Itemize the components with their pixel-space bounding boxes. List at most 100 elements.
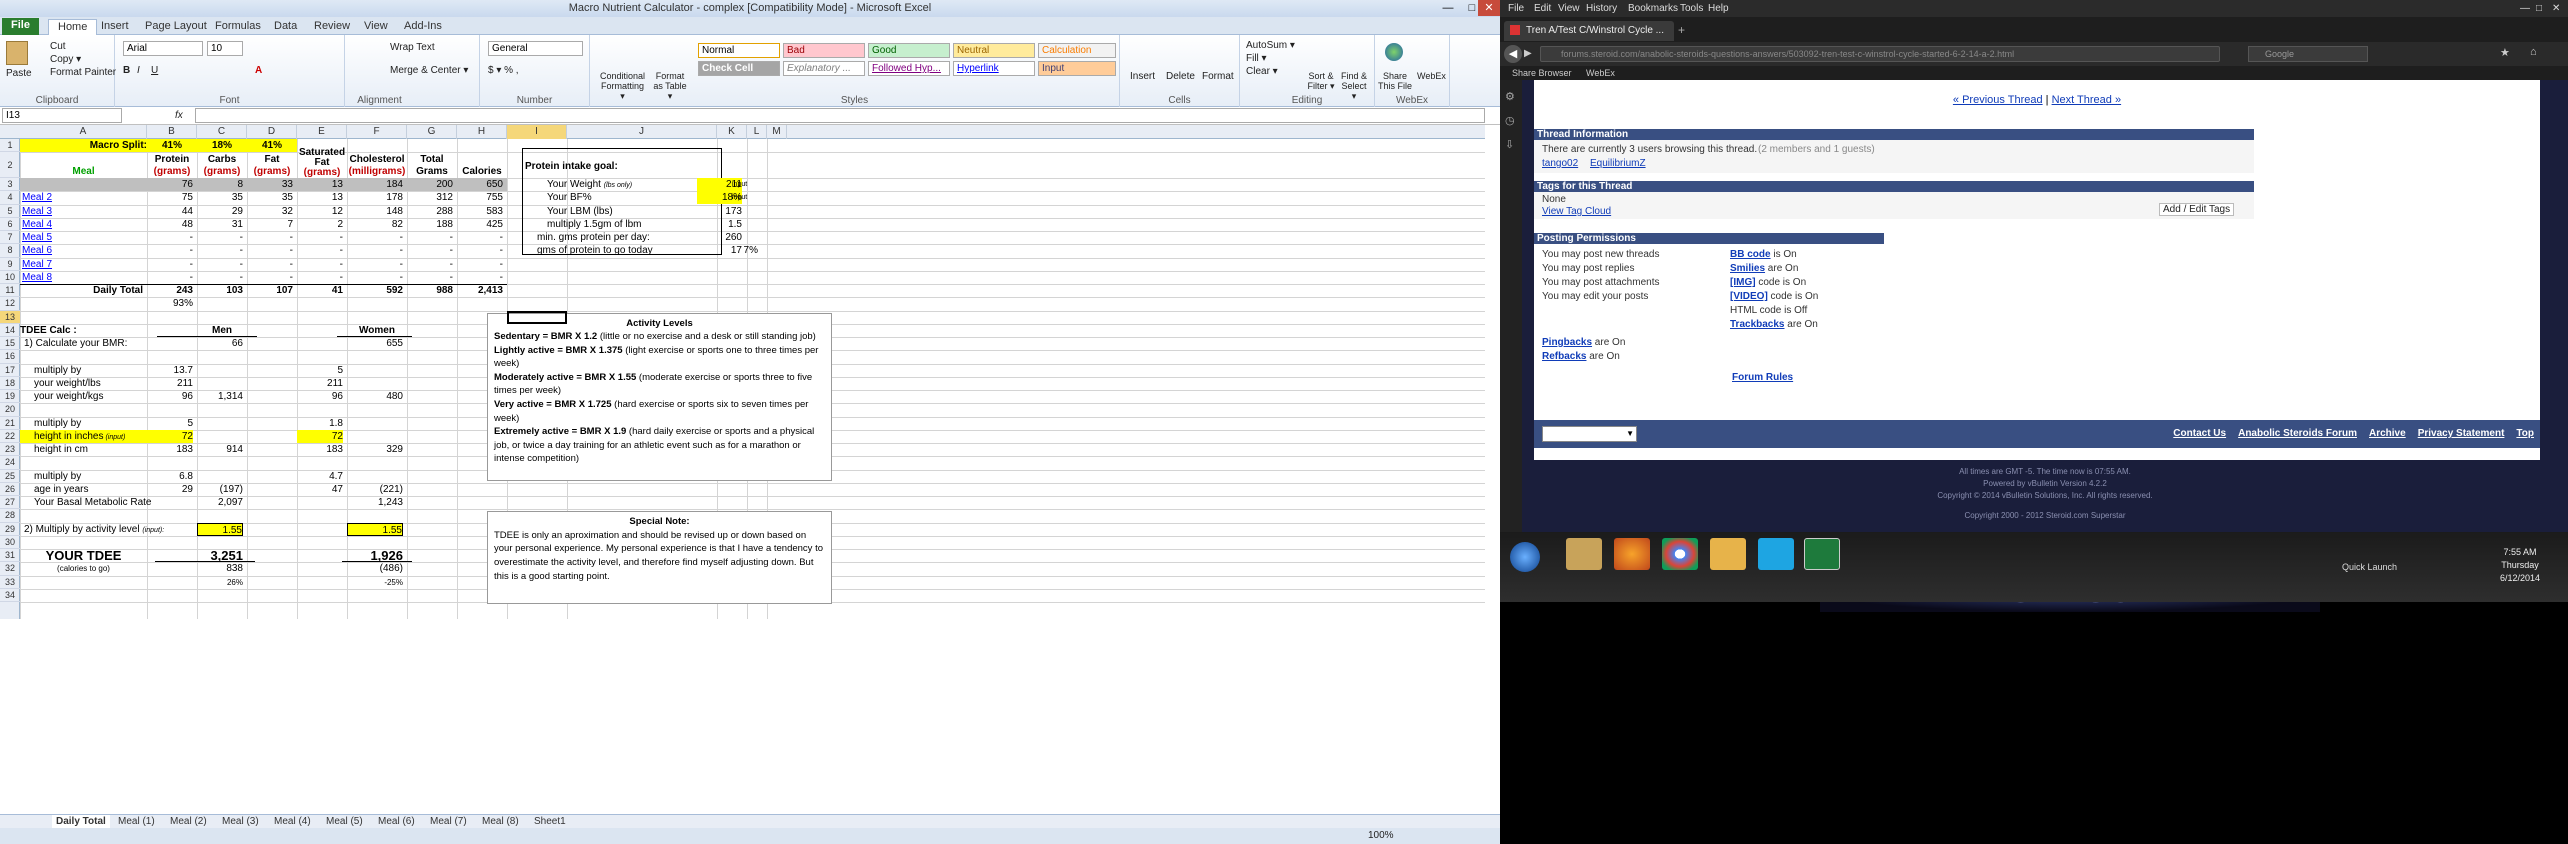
- add-edit-tags-button[interactable]: Add / Edit Tags: [2159, 203, 2235, 216]
- font-name-select[interactable]: Arial: [123, 41, 203, 56]
- style-calculation[interactable]: Calculation: [1038, 43, 1116, 58]
- meal-value[interactable]: -: [197, 231, 243, 244]
- format-painter-button[interactable]: Format Painter: [50, 67, 116, 78]
- goal-note[interactable]: input: [732, 178, 758, 191]
- column-header-f[interactable]: F: [347, 125, 407, 139]
- row-header-34[interactable]: 34: [0, 589, 20, 602]
- system-clock[interactable]: 7:55 AM Thursday 6/12/2014: [2500, 546, 2540, 585]
- goal-value[interactable]: 173: [697, 205, 742, 218]
- tdee-women-base[interactable]: 655: [347, 337, 403, 350]
- sidebar-gear-icon[interactable]: ⚙: [1505, 90, 1515, 103]
- meal-value[interactable]: 44: [147, 205, 193, 218]
- tdee-label[interactable]: your weight/lbs: [34, 377, 161, 390]
- sheet-tab[interactable]: Meal (8): [478, 815, 523, 829]
- taskbar-skype-icon[interactable]: [1758, 538, 1794, 570]
- tdee-women-value[interactable]: 72: [297, 429, 343, 443]
- column-header-a[interactable]: A: [20, 125, 147, 139]
- header-unit[interactable]: (grams): [147, 165, 197, 178]
- view-tag-cloud-link[interactable]: View Tag Cloud: [1542, 206, 1611, 217]
- close-button[interactable]: ✕: [1478, 0, 1500, 16]
- column-header-k[interactable]: K: [717, 125, 747, 139]
- meal-value[interactable]: -: [197, 271, 243, 284]
- header-total2[interactable]: Grams: [407, 165, 457, 178]
- clear-button[interactable]: Clear ▾: [1246, 66, 1278, 77]
- new-tab-icon[interactable]: +: [1678, 23, 1685, 37]
- meal-value[interactable]: -: [297, 271, 343, 284]
- row-header-15[interactable]: 15: [0, 337, 20, 351]
- tdee-label[interactable]: multiply by: [34, 364, 161, 377]
- sheet-tab[interactable]: Meal (3): [218, 815, 263, 829]
- tdee-label[interactable]: your weight/kgs: [34, 390, 161, 403]
- style-followed-hyperlink[interactable]: Followed Hyp...: [868, 61, 950, 76]
- permission-link[interactable]: Trackbacks: [1730, 319, 1785, 330]
- row-header-27[interactable]: 27: [0, 496, 20, 510]
- daily-total-value[interactable]: 592: [347, 284, 403, 297]
- goal-label[interactable]: Your BF%: [547, 191, 697, 204]
- row-header-14[interactable]: 14: [0, 324, 20, 337]
- meal-value[interactable]: -: [297, 244, 343, 257]
- formula-input[interactable]: [195, 108, 1485, 123]
- meal-value[interactable]: 12: [297, 205, 343, 218]
- forward-icon[interactable]: ▶: [1524, 48, 1532, 59]
- style-chooser-select[interactable]: ▼: [1542, 426, 1637, 442]
- tdee-women-value[interactable]: 96: [297, 390, 343, 403]
- tab-insert[interactable]: Insert: [92, 19, 138, 35]
- taskbar-excel-icon[interactable]: [1804, 538, 1840, 570]
- column-header-b[interactable]: B: [147, 125, 197, 139]
- tdee-men[interactable]: Men: [197, 324, 247, 337]
- underline-button[interactable]: U: [151, 65, 158, 76]
- number-format-select[interactable]: General: [488, 41, 583, 56]
- split-protein[interactable]: 41%: [147, 139, 197, 152]
- sheet-tab[interactable]: Daily Total: [52, 815, 110, 829]
- menu-bookmarks[interactable]: Bookmarks: [1628, 3, 1678, 14]
- row-header-16[interactable]: 16: [0, 350, 20, 364]
- style-input[interactable]: Input: [1038, 61, 1116, 76]
- men-activity-input[interactable]: 1.55: [197, 522, 243, 536]
- meal-value[interactable]: -: [407, 244, 453, 257]
- row-header-8[interactable]: 8: [0, 244, 20, 258]
- meal-value[interactable]: 178: [347, 191, 403, 204]
- row-header-30[interactable]: 30: [0, 536, 20, 549]
- sidebar-down-icon[interactable]: ⇩: [1505, 138, 1514, 151]
- tdee-women-value[interactable]: 4.7: [297, 470, 343, 483]
- sheet-tab[interactable]: Meal (7): [426, 815, 471, 829]
- meal-value[interactable]: 7: [247, 218, 293, 231]
- meal-value[interactable]: 32: [247, 205, 293, 218]
- daily-total-value[interactable]: 988: [407, 284, 453, 297]
- goal-label[interactable]: Your Weight (lbs only): [547, 178, 697, 191]
- row-header-28[interactable]: 28: [0, 509, 20, 523]
- row-header-11[interactable]: 11: [0, 284, 20, 298]
- meal-value[interactable]: -: [147, 258, 193, 271]
- tdee-women[interactable]: Women: [347, 324, 407, 337]
- meal-value[interactable]: 184: [347, 178, 403, 191]
- row-header-29[interactable]: 29: [0, 523, 20, 536]
- zoom-level[interactable]: 100%: [1368, 830, 1394, 841]
- meal-value[interactable]: -: [247, 258, 293, 271]
- goal-label[interactable]: gms of protein to go today: [537, 244, 687, 257]
- tdee-men-value[interactable]: 96: [147, 390, 193, 403]
- activity-multiplier-label[interactable]: 2) Multiply by activity level (input):: [24, 523, 164, 536]
- taskbar-explorer-icon[interactable]: [1566, 538, 1602, 570]
- meal-value[interactable]: 13: [297, 191, 343, 204]
- calories-to-go-label[interactable]: (calories to go): [20, 562, 147, 575]
- women-calories-to-go[interactable]: (486): [347, 562, 403, 575]
- split-carbs[interactable]: 18%: [197, 139, 247, 152]
- women-pct[interactable]: -25%: [347, 576, 403, 589]
- ff-minimize-button[interactable]: —: [2520, 3, 2530, 14]
- insert-button[interactable]: Insert: [1130, 71, 1155, 82]
- row-header-10[interactable]: 10: [0, 271, 20, 284]
- header-unit[interactable]: (grams): [247, 165, 297, 178]
- sheet-tab[interactable]: Meal (6): [374, 815, 419, 829]
- tdee-women-value2[interactable]: 1,243: [347, 496, 403, 509]
- row-header-24[interactable]: 24: [0, 456, 20, 470]
- format-button[interactable]: Format: [1202, 71, 1234, 82]
- fx-icon[interactable]: fx: [175, 110, 183, 121]
- taskbar-chrome-icon[interactable]: [1662, 538, 1698, 570]
- tdee-men-base[interactable]: 66: [197, 337, 243, 350]
- sheet-tab[interactable]: Meal (2): [166, 815, 211, 829]
- tdee-men-value2[interactable]: (197): [197, 483, 243, 496]
- tdee-women-value[interactable]: 1.8: [297, 417, 343, 430]
- meal-value[interactable]: -: [247, 231, 293, 244]
- style-bad[interactable]: Bad: [783, 43, 865, 58]
- paste-button[interactable]: Paste: [6, 68, 32, 79]
